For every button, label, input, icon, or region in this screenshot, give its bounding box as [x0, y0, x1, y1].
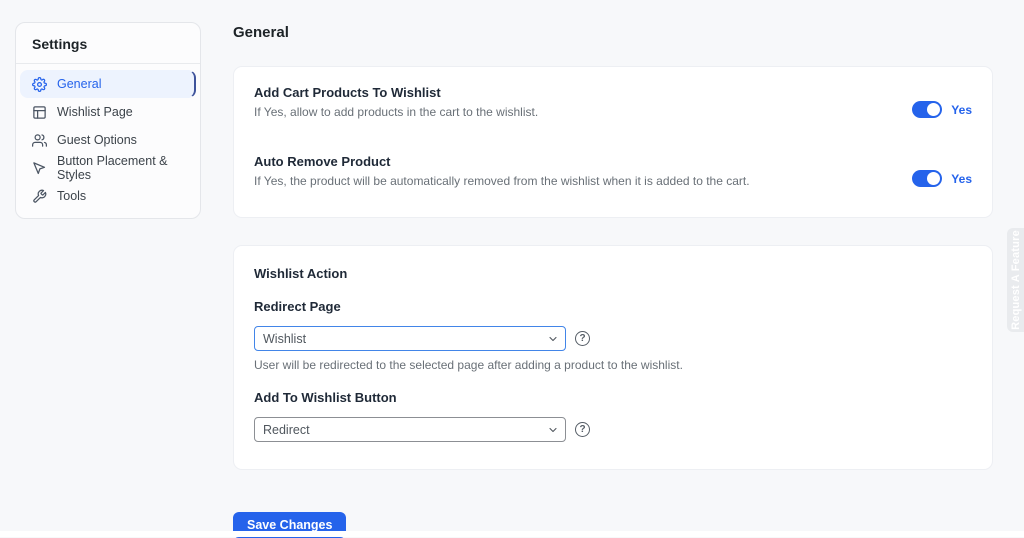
- setting-text: Add Cart Products To Wishlist If Yes, al…: [254, 85, 538, 120]
- sidebar-item-button-placement[interactable]: Button Placement & Styles: [20, 154, 196, 182]
- bottom-strip: [0, 531, 1024, 537]
- sidebar-item-label: Guest Options: [57, 133, 137, 147]
- toggle-state-label: Yes: [951, 171, 972, 186]
- toggle-settings-card: Add Cart Products To Wishlist If Yes, al…: [233, 66, 993, 218]
- toggle-knob: [927, 103, 941, 116]
- toggle-knob: [927, 172, 941, 185]
- setting-control: Yes: [912, 101, 972, 118]
- sidebar-item-label: General: [57, 77, 102, 91]
- request-a-feature-tab[interactable]: Request A Feature: [1007, 228, 1024, 332]
- setting-auto-remove-product: Auto Remove Product If Yes, the product …: [254, 154, 972, 189]
- add-to-wishlist-button-control: Redirect ?: [254, 417, 972, 442]
- redirect-page-help-icon[interactable]: ?: [575, 331, 590, 346]
- request-a-feature-label: Request A Feature: [1009, 230, 1022, 330]
- sidebar-title: Settings: [16, 23, 200, 64]
- redirect-page-control: Wishlist ?: [254, 326, 972, 351]
- sidebar-nav: General Wishlist Page Guest Options Butt…: [16, 64, 200, 210]
- add-to-wishlist-select-wrap: Redirect: [254, 417, 566, 442]
- page-title: General: [233, 24, 289, 41]
- toggle-state-label: Yes: [951, 102, 972, 117]
- sidebar-item-label: Tools: [57, 189, 87, 203]
- setting-description: If Yes, the product will be automaticall…: [254, 174, 750, 188]
- add-cart-products-toggle[interactable]: [912, 101, 943, 118]
- sidebar-item-tools[interactable]: Tools: [20, 182, 196, 210]
- setting-title: Add Cart Products To Wishlist: [254, 85, 441, 100]
- users-icon: [32, 133, 47, 148]
- redirect-page-select-wrap: Wishlist: [254, 326, 566, 351]
- wrench-icon: [32, 189, 47, 204]
- sidebar-item-general[interactable]: General: [20, 70, 196, 98]
- add-to-wishlist-help-icon[interactable]: ?: [575, 422, 590, 437]
- layout-icon: [32, 105, 47, 120]
- setting-title: Auto Remove Product: [254, 154, 391, 169]
- redirect-page-label: Redirect Page: [254, 299, 341, 314]
- main-content: General Add Cart Products To Wishlist If…: [233, 24, 993, 538]
- add-to-wishlist-select[interactable]: Redirect: [254, 417, 566, 442]
- setting-add-cart-products: Add Cart Products To Wishlist If Yes, al…: [254, 85, 972, 120]
- sidebar-item-label: Button Placement & Styles: [57, 154, 168, 182]
- setting-control: Yes: [912, 170, 972, 187]
- add-to-wishlist-button-label: Add To Wishlist Button: [254, 390, 397, 405]
- cursor-icon: [32, 161, 47, 176]
- settings-page: Settings General Wishlist Page Guest Opt…: [0, 0, 1024, 538]
- sidebar-item-label: Wishlist Page: [57, 105, 133, 119]
- redirect-page-hint: User will be redirected to the selected …: [254, 358, 683, 372]
- sidebar-item-wishlist-page[interactable]: Wishlist Page: [20, 98, 196, 126]
- wishlist-action-title: Wishlist Action: [254, 266, 348, 281]
- sidebar-item-guest-options[interactable]: Guest Options: [20, 126, 196, 154]
- setting-text: Auto Remove Product If Yes, the product …: [254, 154, 750, 189]
- redirect-page-select[interactable]: Wishlist: [254, 326, 566, 351]
- setting-description: If Yes, allow to add products in the car…: [254, 105, 539, 119]
- wishlist-action-card: Wishlist Action Redirect Page Wishlist ?…: [233, 245, 993, 470]
- auto-remove-product-toggle[interactable]: [912, 170, 943, 187]
- gear-icon: [32, 76, 47, 92]
- settings-sidebar: Settings General Wishlist Page Guest Opt…: [15, 22, 201, 219]
